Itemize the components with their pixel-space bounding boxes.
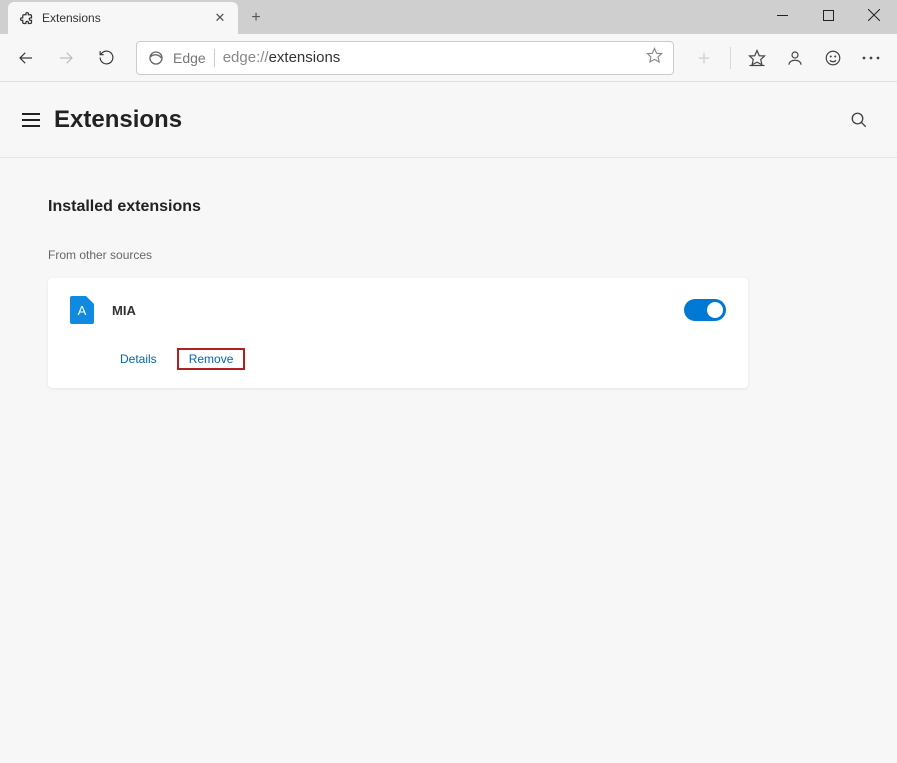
maximize-button[interactable] xyxy=(805,0,851,30)
profile-button[interactable] xyxy=(777,40,813,76)
minimize-button[interactable] xyxy=(759,0,805,30)
extension-card: A MIA Details Remove xyxy=(48,278,748,388)
browser-toolbar: Edge edge://extensions xyxy=(0,34,897,82)
page-title: Extensions xyxy=(54,106,841,134)
favorite-star-icon[interactable] xyxy=(646,47,663,68)
extension-enable-toggle[interactable] xyxy=(684,299,726,321)
more-menu-button[interactable] xyxy=(853,40,889,76)
remove-button[interactable]: Remove xyxy=(177,348,246,370)
extension-row: A MIA xyxy=(70,296,726,324)
extension-actions: Details Remove xyxy=(70,348,726,370)
tab-title: Extensions xyxy=(42,11,204,25)
extension-name: MIA xyxy=(112,303,666,318)
forward-button[interactable] xyxy=(48,40,84,76)
extensions-toolbar-icon[interactable] xyxy=(686,40,722,76)
address-bar[interactable]: Edge edge://extensions xyxy=(136,41,674,75)
feedback-smiley-button[interactable] xyxy=(815,40,851,76)
edge-logo-icon xyxy=(147,49,165,67)
window-titlebar: Extensions ✕ + xyxy=(0,0,897,34)
address-separator xyxy=(214,49,215,67)
close-tab-icon[interactable]: ✕ xyxy=(212,10,228,26)
toolbar-actions xyxy=(686,40,889,76)
new-tab-button[interactable]: + xyxy=(242,4,270,32)
back-button[interactable] xyxy=(8,40,44,76)
extension-puzzle-icon xyxy=(18,10,34,26)
address-identity-label: Edge xyxy=(173,50,206,66)
search-button[interactable] xyxy=(841,102,877,138)
close-window-button[interactable] xyxy=(851,0,897,30)
details-button[interactable]: Details xyxy=(112,348,165,370)
installed-extensions-heading: Installed extensions xyxy=(48,198,849,216)
address-url: edge://extensions xyxy=(223,49,638,66)
menu-hamburger-icon[interactable] xyxy=(20,109,42,131)
favorites-button[interactable] xyxy=(739,40,775,76)
from-other-sources-label: From other sources xyxy=(48,248,849,262)
refresh-button[interactable] xyxy=(88,40,124,76)
page-header: Extensions xyxy=(0,82,897,158)
page-content: Installed extensions From other sources … xyxy=(0,158,897,428)
extension-file-icon: A xyxy=(70,296,94,324)
window-controls xyxy=(759,0,897,30)
browser-tab[interactable]: Extensions ✕ xyxy=(8,2,238,34)
